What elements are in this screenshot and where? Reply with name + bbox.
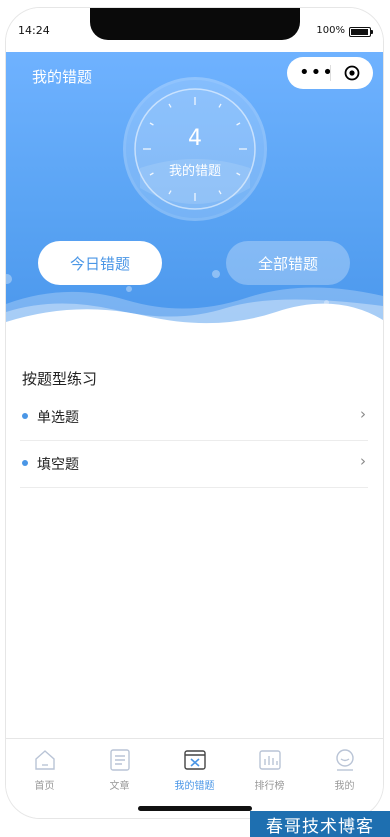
status-time: 14:24: [18, 24, 50, 37]
chevron-right-icon: ›: [360, 452, 366, 470]
watermark: 春哥技术博客: [250, 811, 390, 837]
wrong-questions-icon: [183, 750, 206, 770]
close-target-icon[interactable]: [344, 65, 360, 81]
tab-label: 排行榜: [254, 781, 285, 792]
profile-icon: [335, 749, 354, 771]
tab-label: 首页: [34, 781, 55, 792]
home-indicator: [138, 806, 252, 811]
all-wrong-button[interactable]: 全部错题: [226, 241, 350, 285]
tab-home[interactable]: 首页: [7, 743, 82, 799]
phone-frame: 14:24 100% 我的错题 ••• 4 我的错题 今日错题 全部错题 按题型…: [6, 8, 383, 818]
hero-panel: 我的错题 ••• 4 我的错题 今日错题 全部错题: [6, 52, 383, 332]
page-title: 我的错题: [32, 68, 93, 86]
tab-wrong-questions[interactable]: 我的错题: [157, 743, 232, 799]
battery-icon: [349, 27, 373, 37]
article-icon: [109, 749, 130, 771]
capsule-divider: [330, 65, 331, 81]
bullet-icon: [22, 413, 28, 419]
wrong-count-label: 我的错题: [168, 164, 221, 179]
wrong-count: 4: [188, 126, 202, 151]
count-dial: 4 我的错题: [126, 80, 264, 218]
ranking-icon: [258, 750, 281, 770]
section-title: 按题型练习: [22, 370, 98, 388]
tab-label: 我的: [334, 781, 355, 792]
tab-article[interactable]: 文章: [82, 743, 157, 799]
list-item-single-choice[interactable]: 单选题 ›: [20, 393, 368, 441]
status-bar: 14:24 100%: [6, 8, 383, 52]
bubble-decoration: [212, 270, 220, 278]
more-icon[interactable]: •••: [299, 62, 334, 83]
wave-decoration: [6, 287, 383, 332]
tab-bar: 首页 文章 我的错题 排行榜 我的: [6, 738, 383, 818]
list-item-fill-blank[interactable]: 填空题 ›: [20, 440, 368, 488]
list-item-label: 填空题: [37, 457, 79, 473]
battery-percent: 100%: [316, 25, 345, 36]
tab-profile[interactable]: 我的: [307, 743, 382, 799]
tab-ranking[interactable]: 排行榜: [232, 743, 307, 799]
chevron-right-icon: ›: [360, 405, 366, 423]
bullet-icon: [22, 460, 28, 466]
home-icon: [34, 750, 55, 770]
list-item-label: 单选题: [37, 410, 79, 426]
today-wrong-button[interactable]: 今日错题: [38, 241, 162, 285]
notch: [90, 8, 300, 40]
tab-label: 文章: [109, 781, 130, 792]
tab-label: 我的错题: [174, 781, 215, 792]
mini-program-capsule: •••: [287, 57, 373, 89]
